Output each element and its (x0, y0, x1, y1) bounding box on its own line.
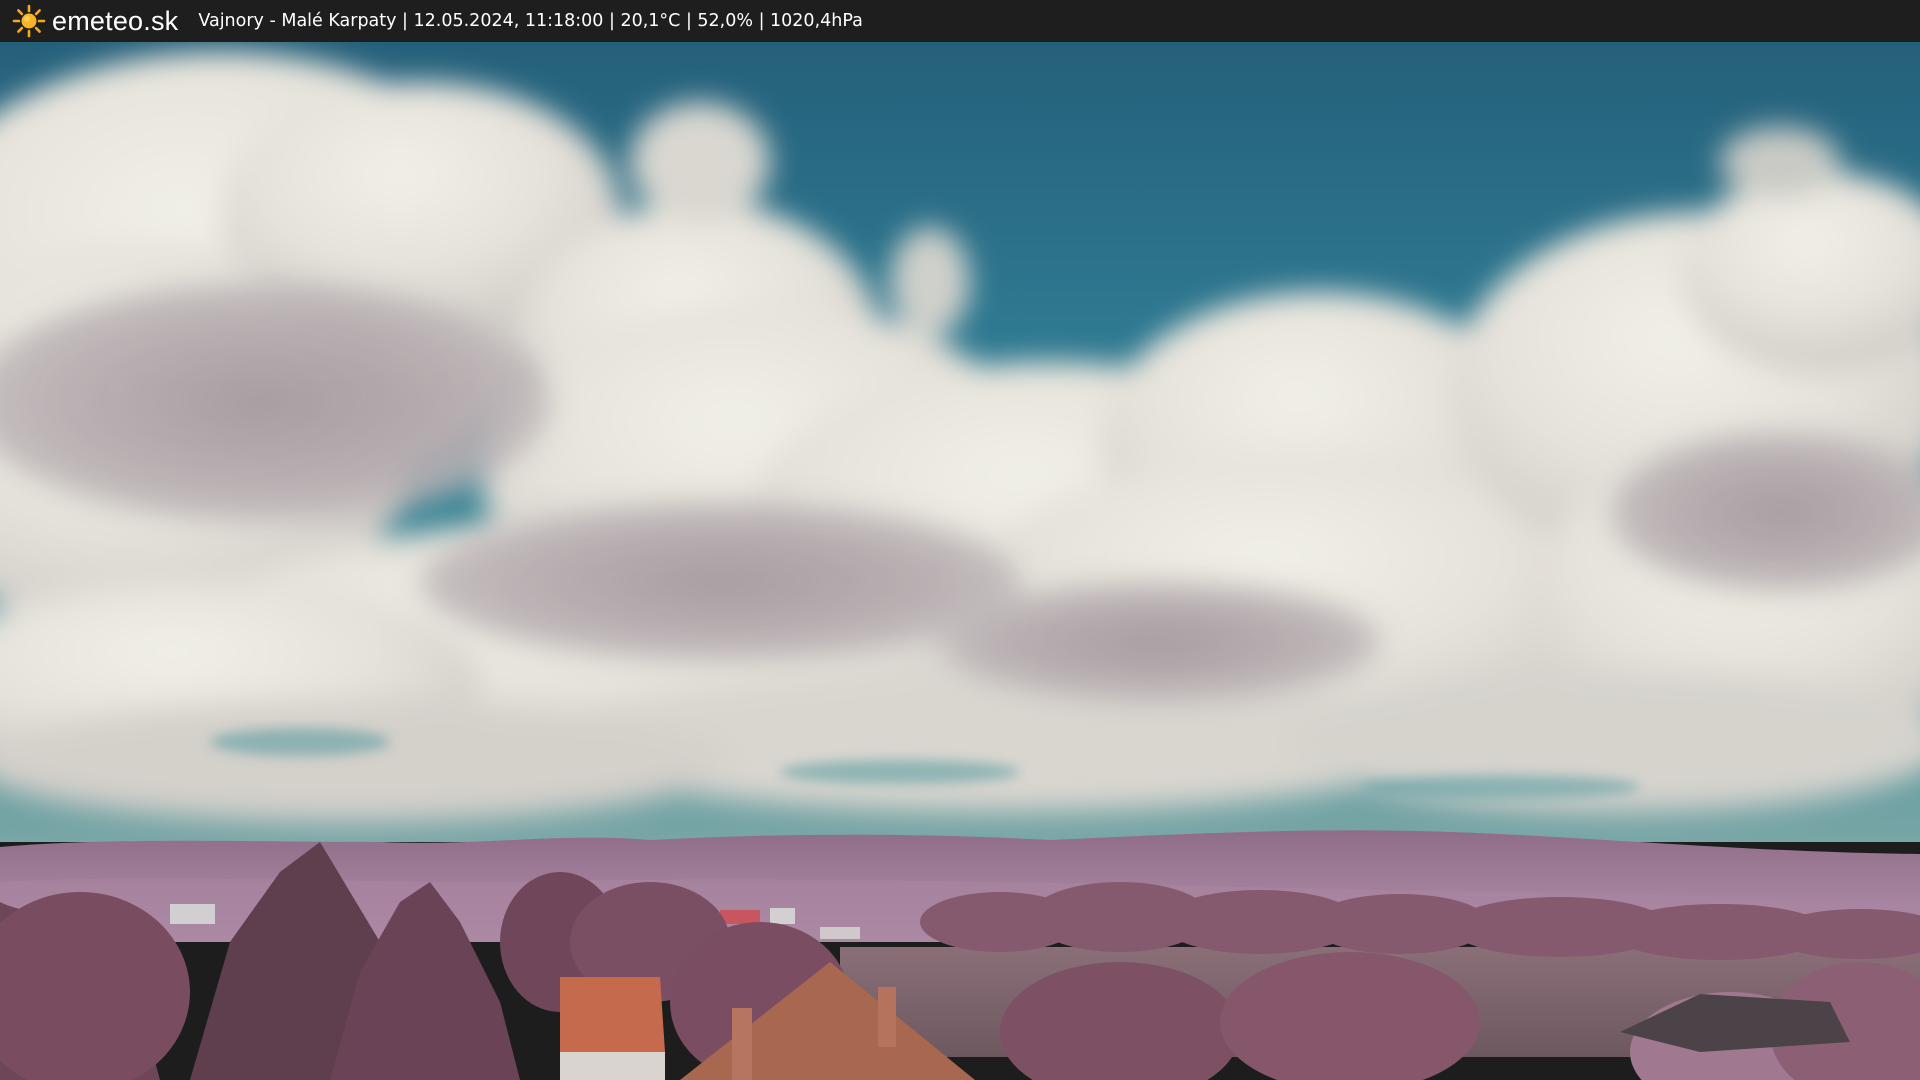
sun-icon (12, 4, 46, 38)
webcam-image (0, 42, 1920, 1080)
brand-name: emeteo.sk (52, 5, 179, 36)
station-info-text: Vajnory - Malé Karpaty | 12.05.2024, 11:… (198, 11, 863, 31)
brand-logo[interactable]: emeteo.sk (12, 4, 178, 38)
top-bar: emeteo.sk Vajnory - Malé Karpaty | 12.05… (0, 0, 1920, 42)
